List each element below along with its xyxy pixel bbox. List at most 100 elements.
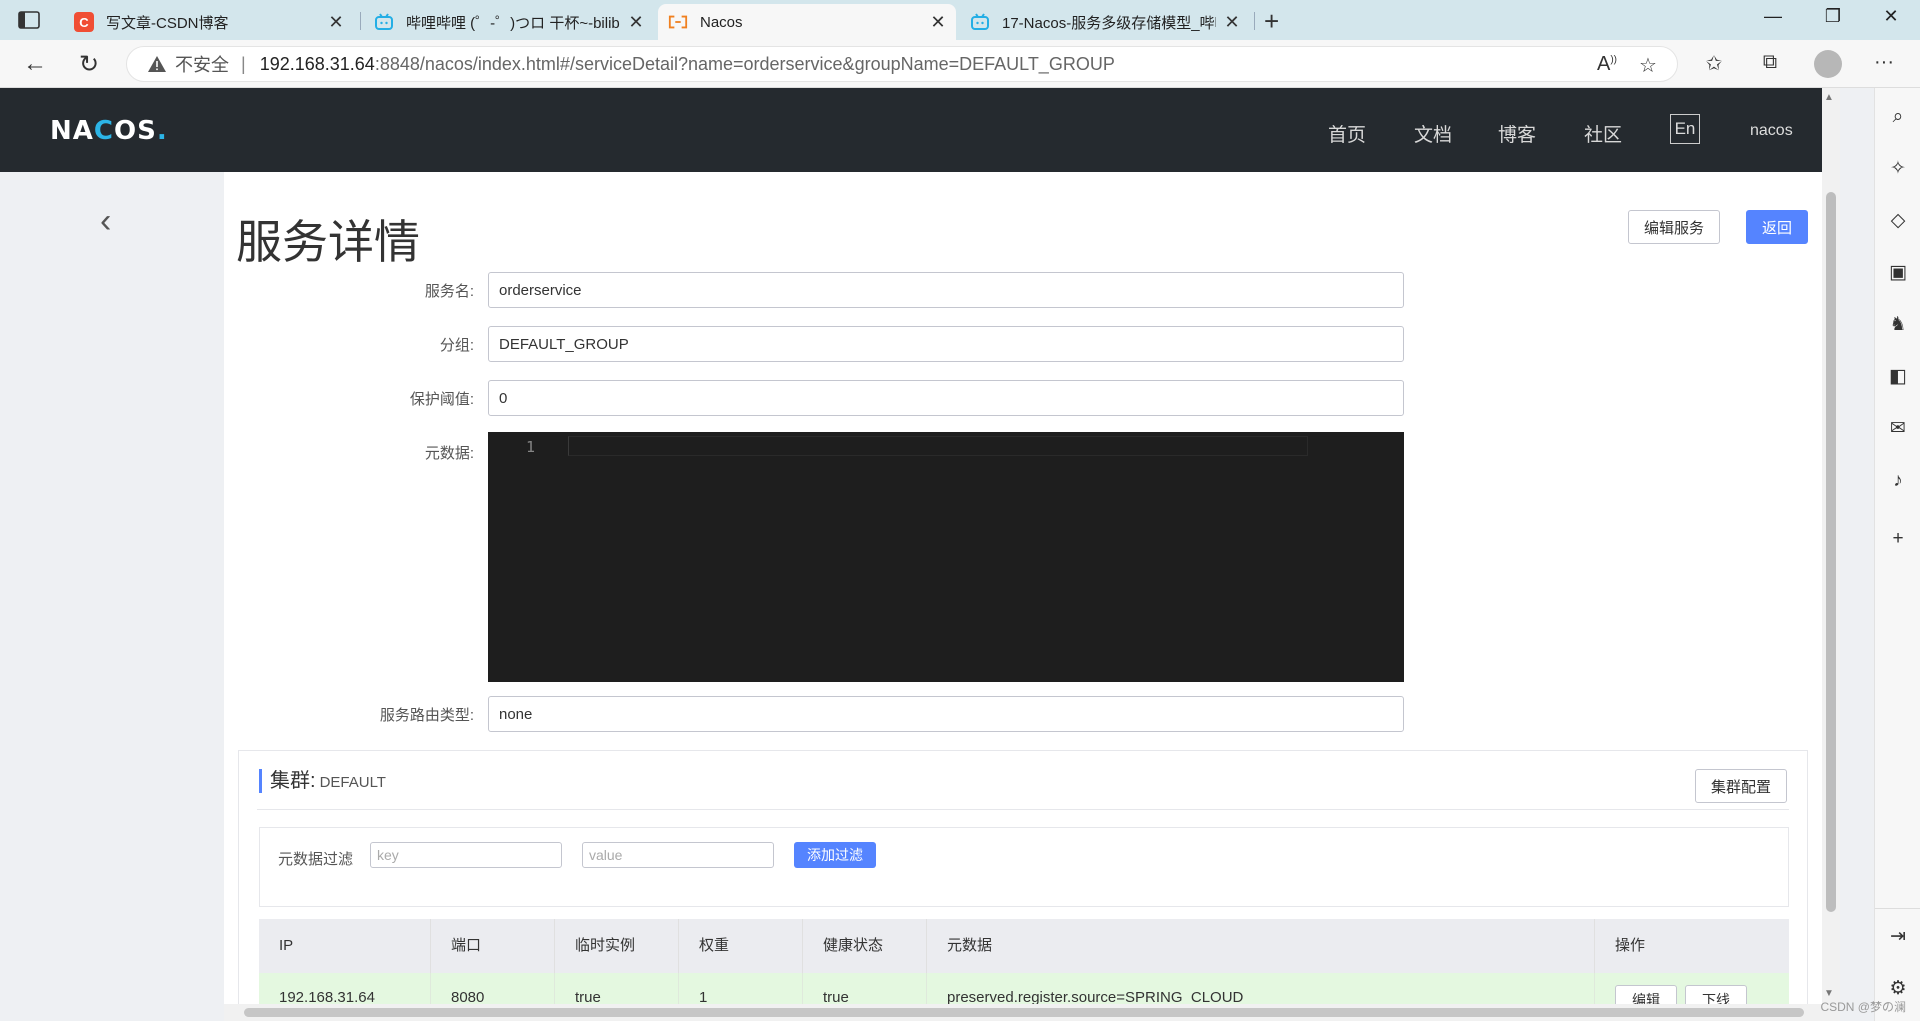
profile-avatar[interactable] bbox=[1814, 50, 1842, 78]
scrollbar-thumb[interactable] bbox=[1826, 192, 1836, 912]
cell-port: 8080 bbox=[431, 973, 555, 1004]
warning-icon[interactable] bbox=[147, 54, 167, 74]
column-header-ip: IP bbox=[259, 919, 431, 973]
close-tab-icon[interactable]: ✕ bbox=[328, 12, 344, 33]
csdn-icon: C bbox=[74, 12, 94, 32]
tab-actions-icon[interactable] bbox=[18, 10, 40, 30]
service-name-field[interactable]: orderservice bbox=[488, 272, 1404, 308]
nav-home[interactable]: 首页 bbox=[1328, 120, 1366, 147]
tag-icon[interactable]: ◇ bbox=[1887, 210, 1909, 232]
scrollbar-thumb[interactable] bbox=[244, 1008, 1804, 1017]
threshold-field[interactable]: 0 bbox=[488, 380, 1404, 416]
restore-icon[interactable]: ❐ bbox=[1818, 6, 1848, 27]
bilibili-icon bbox=[374, 12, 394, 32]
horizontal-scrollbar[interactable] bbox=[224, 1004, 1840, 1021]
selector-label: 服务路由类型: bbox=[379, 707, 474, 724]
nav-community[interactable]: 社区 bbox=[1584, 120, 1622, 147]
add-favorite-icon[interactable]: ☆ bbox=[1639, 53, 1657, 78]
close-tab-icon[interactable]: ✕ bbox=[1224, 12, 1240, 33]
browser-tab[interactable]: 17-Nacos-服务多级存储模型_哔哩 ✕ bbox=[960, 4, 1250, 40]
favorites-icon[interactable]: ✩ bbox=[1700, 51, 1728, 76]
editor-line-number: 1 bbox=[526, 438, 536, 456]
nacos-logo[interactable]: NACOS. bbox=[50, 116, 168, 146]
cluster-name: DEFAULT bbox=[319, 774, 386, 791]
filter-label: 元数据过滤 bbox=[278, 851, 354, 868]
edit-service-button[interactable]: 编辑服务 bbox=[1628, 210, 1720, 244]
cell-ephemeral: true bbox=[555, 973, 679, 1004]
vertical-scrollbar[interactable]: ▲ ▼ bbox=[1822, 88, 1840, 1004]
metadata-editor[interactable]: 1 bbox=[488, 432, 1404, 682]
back-button[interactable]: 返回 bbox=[1746, 210, 1808, 244]
bell-icon[interactable]: ♪ bbox=[1887, 470, 1909, 492]
nacos-icon bbox=[668, 12, 688, 32]
close-tab-icon[interactable]: ✕ bbox=[628, 12, 644, 33]
language-toggle[interactable]: En bbox=[1670, 114, 1700, 144]
tab-title: 17-Nacos-服务多级存储模型_哔哩 bbox=[1002, 14, 1216, 32]
games-icon[interactable]: ♞ bbox=[1887, 314, 1909, 336]
back-arrow-icon[interactable]: ← bbox=[20, 50, 50, 78]
browser-tab[interactable]: 哔哩哔哩 (゜-゜)つロ 干杯~-bilib ✕ bbox=[364, 4, 654, 40]
selector-field[interactable]: none bbox=[488, 696, 1404, 732]
edit-instance-button[interactable]: 编辑 bbox=[1615, 985, 1677, 1004]
cluster-config-button[interactable]: 集群配置 bbox=[1695, 769, 1787, 803]
cell-actions: 编辑 下线 bbox=[1595, 973, 1789, 1004]
minimize-icon[interactable]: — bbox=[1758, 6, 1788, 27]
url-field[interactable]: 不安全 | 192.168.31.64:8848/nacos/index.htm… bbox=[126, 46, 1678, 82]
browser-tab-active[interactable]: Nacos ✕ bbox=[658, 4, 956, 40]
add-filter-button[interactable]: 添加过滤 bbox=[794, 842, 876, 868]
offline-instance-button[interactable]: 下线 bbox=[1685, 985, 1747, 1004]
cell-ip: 192.168.31.64 bbox=[259, 973, 431, 1004]
collections-icon[interactable]: ⧉ bbox=[1756, 51, 1784, 74]
filter-value-input[interactable]: value bbox=[582, 842, 774, 868]
editor-current-line[interactable] bbox=[568, 436, 1308, 456]
instance-table: IP 端口 临时实例 权重 健康状态 元数据 操作 192.168.31.64 … bbox=[259, 919, 1789, 1004]
divider bbox=[257, 809, 1789, 810]
service-name-label: 服务名: bbox=[424, 283, 474, 300]
threshold-label: 保护阈值: bbox=[409, 391, 474, 408]
tab-separator bbox=[360, 12, 361, 30]
office-icon[interactable]: ◧ bbox=[1887, 366, 1909, 388]
sidebar: ‹ bbox=[0, 172, 224, 1021]
browser-tab-strip: C 写文章-CSDN博客 ✕ 哔哩哔哩 (゜-゜)つロ 干杯~-bilib ✕ … bbox=[0, 0, 1920, 40]
cell-metadata: preserved.register.source=SPRING_CLOUD bbox=[927, 973, 1595, 1004]
divider bbox=[1875, 908, 1920, 909]
column-header-weight: 权重 bbox=[679, 919, 803, 973]
gear-icon[interactable]: ⚙ bbox=[1887, 978, 1909, 1000]
filter-key-input[interactable]: key bbox=[370, 842, 562, 868]
address-bar: ← ↻ 不安全 | 192.168.31.64:8848/nacos/index… bbox=[0, 40, 1920, 88]
page-title: 服务详情 bbox=[236, 216, 420, 268]
copilot-icon[interactable]: ✧ bbox=[1887, 158, 1909, 180]
column-header-health: 健康状态 bbox=[803, 919, 927, 973]
group-field[interactable]: DEFAULT_GROUP bbox=[488, 326, 1404, 362]
read-aloud-icon[interactable]: A)) bbox=[1597, 53, 1617, 76]
cell-health: true bbox=[803, 973, 927, 1004]
insecure-label: 不安全 bbox=[175, 55, 229, 75]
refresh-icon[interactable]: ↻ bbox=[74, 50, 104, 79]
user-name[interactable]: nacos bbox=[1750, 122, 1793, 140]
url-divider: | bbox=[241, 53, 246, 74]
url-path: :8848/nacos/index.html#/serviceDetail?na… bbox=[374, 53, 1115, 74]
nav-docs[interactable]: 文档 bbox=[1414, 120, 1452, 147]
new-tab-icon[interactable]: + bbox=[1264, 6, 1279, 37]
nav-blog[interactable]: 博客 bbox=[1498, 120, 1536, 147]
cell-weight: 1 bbox=[679, 973, 803, 1004]
chevron-left-icon[interactable]: ‹ bbox=[100, 202, 111, 241]
tab-title: 哔哩哔哩 (゜-゜)つロ 干杯~-bilib bbox=[406, 14, 620, 32]
metadata-filter: 元数据过滤 key value 添加过滤 bbox=[259, 827, 1789, 907]
add-icon[interactable]: + bbox=[1887, 528, 1909, 550]
cluster-title: 集群: DEFAULT bbox=[259, 769, 386, 793]
close-window-icon[interactable]: ✕ bbox=[1876, 6, 1906, 27]
url-host: 192.168.31.64 bbox=[259, 53, 375, 74]
toolbox-icon[interactable]: ▣ bbox=[1887, 262, 1909, 284]
close-tab-icon[interactable]: ✕ bbox=[930, 12, 946, 33]
watermark: CSDN @梦の澜 bbox=[1820, 1000, 1906, 1014]
sidebar-toggle-icon[interactable]: ⇥ bbox=[1887, 926, 1909, 948]
table-header: IP 端口 临时实例 权重 健康状态 元数据 操作 bbox=[259, 919, 1789, 973]
search-icon[interactable]: ⌕ bbox=[1887, 106, 1909, 128]
column-header-actions: 操作 bbox=[1615, 937, 1646, 954]
scroll-up-icon[interactable]: ▲ bbox=[1824, 92, 1834, 103]
more-menu-icon[interactable]: ··· bbox=[1870, 51, 1898, 74]
browser-tab[interactable]: C 写文章-CSDN博客 ✕ bbox=[64, 4, 354, 40]
column-header-ephemeral: 临时实例 bbox=[555, 919, 679, 973]
outlook-icon[interactable]: ✉ bbox=[1887, 418, 1909, 440]
